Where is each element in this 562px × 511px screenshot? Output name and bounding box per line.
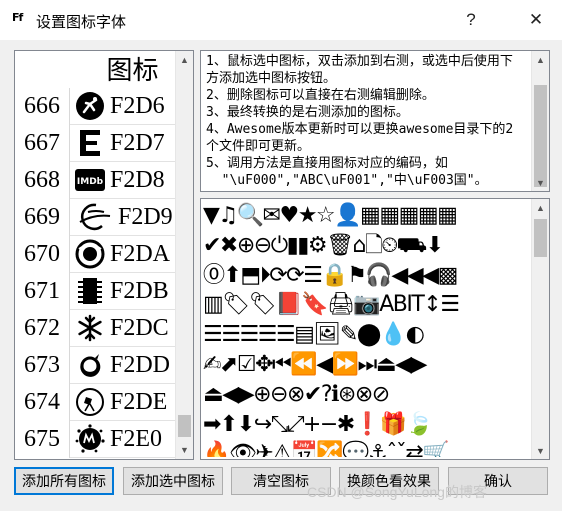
tips-scrollbar[interactable]: ▲ ▼ [531, 51, 549, 191]
table-row[interactable]: 666 F2D6 [15, 88, 175, 125]
close-icon: ✕ [528, 10, 544, 29]
row-number: 670 [15, 236, 70, 273]
add-all-icons-button[interactable]: 添加所有图标 [14, 467, 114, 495]
help-button[interactable]: ? [448, 0, 494, 40]
snowflake-icon [74, 312, 106, 344]
scroll-thumb[interactable] [178, 415, 191, 437]
row-number: 667 [15, 125, 70, 162]
added-icons-textbox[interactable]: ▼♫🔍✉♥★☆👤▦▦▦▦▦ ✔✖⊕⊖⏻▮▮⚙🗑⌂🗋⏲⛟⬇ ⓪⬆⬒⏵⟳⟳☰🔒⚑🎧◀◀◀… [200, 198, 550, 460]
table-row[interactable]: 673 F2DD [15, 347, 175, 384]
table-row[interactable]: 675 F2E0 [15, 421, 175, 458]
window-title: 设置图标字体 [36, 14, 127, 31]
icon-code: F2D9 [118, 203, 173, 230]
icon-code: F2DC [110, 314, 169, 341]
icon-list-panel[interactable]: 图标 666 F2D6 667 F2D7 668 IMDb F2D8 669 F… [14, 50, 194, 460]
scroll-down-icon[interactable]: ▼ [532, 174, 549, 191]
list-header: 图标 [106, 56, 159, 86]
scroll-up-icon[interactable]: ▲ [532, 199, 549, 216]
table-row[interactable]: 669 F2D9 [15, 199, 175, 236]
title-bar: Ff 设置图标字体 ? ✕ [0, 0, 562, 40]
icon-code: F2E0 [110, 425, 163, 452]
imdb-icon: IMDb [74, 164, 106, 196]
icons-scrollbar[interactable]: ▲ ▼ [531, 199, 549, 459]
microchip-icon [74, 275, 106, 307]
add-selected-icons-button[interactable]: 添加选中图标 [123, 467, 223, 495]
scroll-thumb[interactable] [534, 219, 547, 257]
tips-text: 1、鼠标选中图标，双击添加到右测，或选中后使用下方添加选中图标按钮。 2、删除图标… [206, 54, 514, 188]
row-number: 668 [15, 162, 70, 199]
meetup-icon [74, 423, 106, 455]
letter-e-icon [74, 127, 106, 159]
table-row[interactable]: 670 F2DA [15, 236, 175, 273]
table-row[interactable]: 674 F2DE [15, 384, 175, 421]
wpexplorer-icon [74, 386, 106, 418]
app-icon: Ff [12, 11, 23, 24]
row-number: 672 [15, 310, 70, 347]
table-row[interactable]: 668 IMDb F2D8 [15, 162, 175, 199]
added-icons-grid[interactable]: ▼♫🔍✉♥★☆👤▦▦▦▦▦ ✔✖⊕⊖⏻▮▮⚙🗑⌂🗋⏲⛟⬇ ⓪⬆⬒⏵⟳⟳☰🔒⚑🎧◀◀◀… [203, 201, 529, 457]
icon-list[interactable]: 图标 666 F2D6 667 F2D7 668 IMDb F2D8 669 F… [15, 51, 175, 459]
tips-textbox[interactable]: 1、鼠标选中图标，双击添加到右测，或选中后使用下方添加选中图标按钮。 2、删除图标… [200, 50, 550, 192]
close-button[interactable]: ✕ [513, 0, 559, 40]
scroll-up-icon[interactable]: ▲ [176, 51, 193, 68]
scroll-up-icon[interactable]: ▲ [532, 51, 549, 68]
icon-code: F2DE [110, 388, 168, 415]
icon-code: F2D6 [110, 92, 165, 119]
table-row[interactable]: 672 F2DC [15, 310, 175, 347]
icon-code: F2D7 [110, 129, 165, 156]
question-icon: ? [466, 10, 476, 29]
row-number: 674 [15, 384, 70, 421]
scroll-thumb[interactable] [534, 85, 547, 187]
scroll-down-icon[interactable]: ▼ [176, 441, 193, 458]
scroll-down-icon[interactable]: ▼ [532, 442, 549, 459]
watermark: CSDN @SongYuLong的博客 [307, 484, 487, 500]
superpowers-icon [74, 349, 106, 381]
row-number: 675 [15, 421, 70, 458]
icon-code: F2D8 [110, 166, 165, 193]
ravelry-icon [74, 201, 114, 233]
eercast-icon [74, 238, 106, 270]
row-number: 669 [15, 199, 70, 236]
icon-code: F2DA [110, 240, 171, 267]
icon-code: F2DB [110, 277, 169, 304]
row-number: 671 [15, 273, 70, 310]
row-number: 673 [15, 347, 70, 384]
imdb-label: IMDb [77, 177, 104, 187]
table-row[interactable]: 671 F2DB [15, 273, 175, 310]
row-number: 666 [15, 88, 70, 125]
list-scrollbar[interactable]: ▲ ▼ [175, 51, 193, 459]
icon-code: F2DD [110, 351, 171, 378]
swimmer-icon [74, 90, 106, 122]
table-row[interactable]: 667 F2D7 [15, 125, 175, 162]
